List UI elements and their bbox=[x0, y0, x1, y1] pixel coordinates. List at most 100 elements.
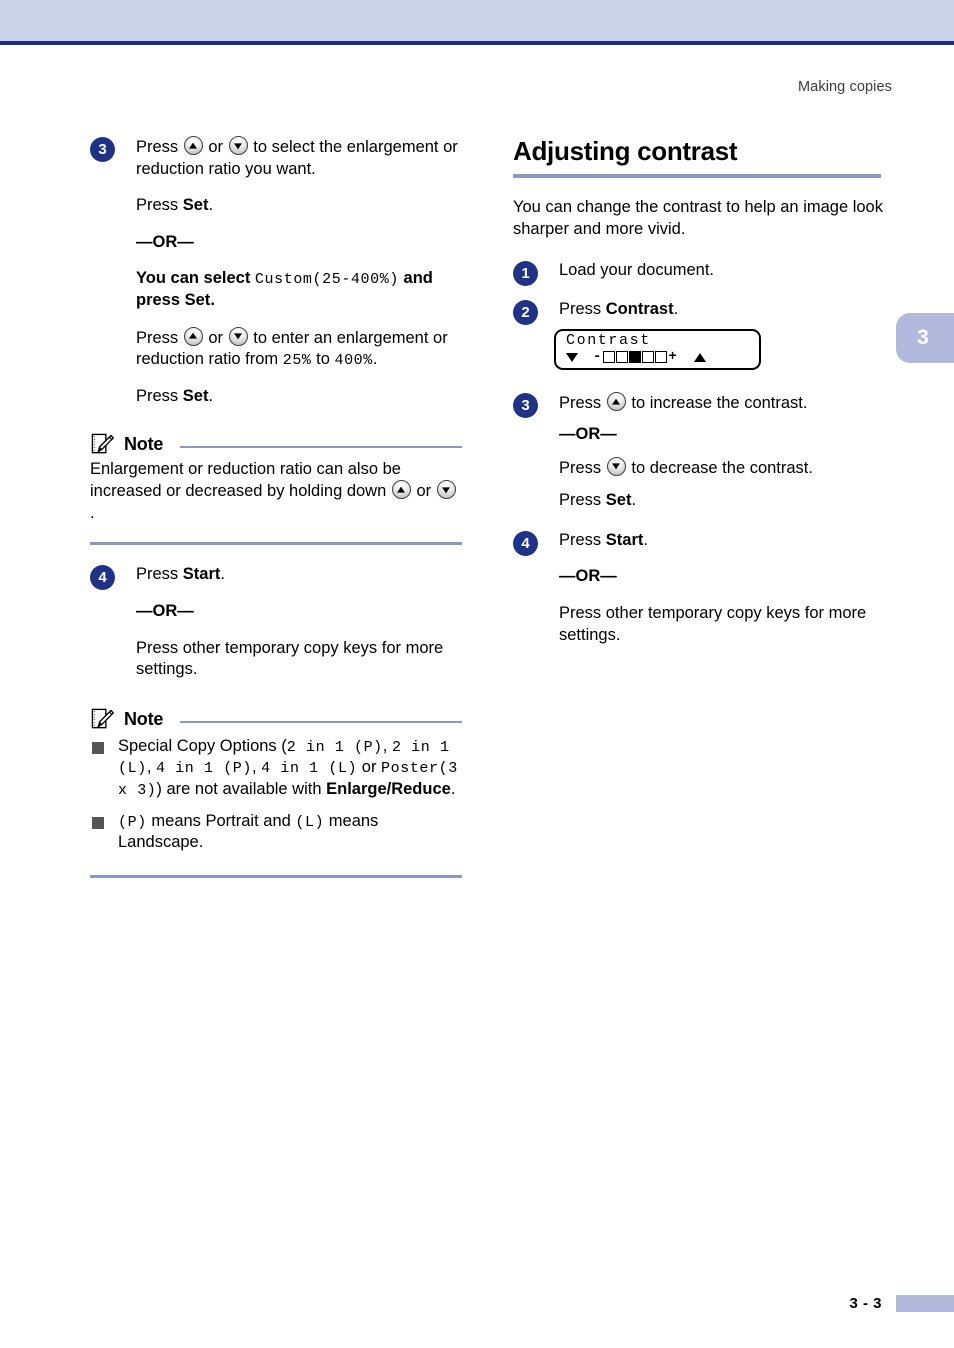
note-block-2: Note Special Copy Options (2 in 1 (P), 2… bbox=[90, 707, 462, 878]
you-can-select-label: You can select bbox=[136, 269, 255, 288]
step-4-press-start: Press Start. bbox=[559, 530, 885, 552]
or-word: or bbox=[208, 328, 224, 347]
press-word: Press bbox=[136, 328, 179, 347]
down-arrow-key-icon bbox=[228, 136, 248, 155]
paren-close: ) bbox=[156, 780, 167, 799]
up-arrow-key-icon bbox=[606, 392, 626, 412]
note-1-body: Enlargement or reduction ratio can also … bbox=[90, 459, 462, 525]
lcd-down-arrow-icon bbox=[566, 352, 578, 362]
step-number-badge: 4 bbox=[513, 530, 538, 556]
landscape-code: (L) bbox=[295, 813, 325, 831]
up-arrow-key-icon bbox=[391, 480, 411, 500]
press-word: Press bbox=[559, 394, 602, 413]
step-number-badge: 3 bbox=[90, 137, 115, 162]
note-header: Note bbox=[90, 432, 462, 457]
note-bottom-rule bbox=[90, 542, 462, 546]
note-block-1: Note Enlargement or reduction ratio can … bbox=[90, 432, 462, 546]
period: . bbox=[643, 530, 648, 549]
footer-page-number: 3 - 3 bbox=[849, 1295, 882, 1312]
set-key-label: Set bbox=[605, 491, 632, 510]
option-2in1-p: 2 in 1 (P) bbox=[286, 738, 383, 756]
note-title: Note bbox=[124, 433, 164, 454]
step-3-or-separator: —OR— bbox=[136, 232, 462, 254]
ratio-min-value: 25% bbox=[282, 352, 312, 370]
note-header-rule bbox=[180, 720, 462, 723]
step-2-right: 2 Press Contrast. bbox=[513, 299, 885, 325]
note-bottom-rule bbox=[90, 874, 462, 878]
step-3-left: 3 Press or to select the enlargement or … bbox=[90, 136, 462, 408]
lcd-plus-sign: + bbox=[668, 349, 677, 366]
chapter-tab: 3 bbox=[896, 313, 954, 363]
period: . bbox=[372, 350, 378, 369]
step-number-badge: 3 bbox=[513, 393, 538, 419]
step-3-right: 3 Press to increase the contrast. —OR— P… bbox=[513, 392, 885, 511]
note-title: Note bbox=[124, 708, 164, 729]
step-3-press-set: Press Set. bbox=[559, 490, 885, 512]
step-4-or-separator: —OR— bbox=[136, 601, 462, 623]
enlarge-reduce-label: Enlarge/Reduce bbox=[326, 780, 451, 799]
lcd-line-2: - + bbox=[566, 350, 759, 364]
means-portrait-text: means Portrait and bbox=[146, 811, 296, 830]
page-top-banner bbox=[0, 0, 954, 45]
lcd-minus-sign: - bbox=[593, 349, 602, 366]
comma: , bbox=[146, 758, 156, 777]
note-2-bullet-2-text: (P) means Portrait and (L) means Landsca… bbox=[118, 811, 462, 854]
note-pencil-icon bbox=[90, 707, 115, 732]
portrait-code: (P) bbox=[118, 813, 147, 831]
note-2-bullet-1: Special Copy Options (2 in 1 (P), 2 in 1… bbox=[90, 736, 462, 801]
section-title: Adjusting contrast bbox=[513, 136, 738, 166]
press-label: Press bbox=[559, 299, 606, 318]
step-3-line-1: Press or to select the enlargement or re… bbox=[136, 136, 462, 180]
note-1-text: Enlargement or reduction ratio can also … bbox=[90, 459, 401, 501]
to-word: to bbox=[311, 350, 335, 369]
period: . bbox=[450, 780, 456, 799]
step-3-press-set: Press Set. bbox=[136, 195, 462, 217]
up-arrow-key-icon bbox=[183, 326, 203, 346]
set-key-label: Set bbox=[182, 386, 209, 405]
start-key-label: Start bbox=[605, 530, 644, 549]
or-separator-label: —OR— bbox=[559, 425, 617, 444]
press-word: Press bbox=[136, 138, 179, 156]
comma: , bbox=[382, 736, 392, 755]
step-4-press-start: Press Start. bbox=[136, 564, 462, 586]
step-3-increase: Press to increase the contrast. bbox=[559, 392, 885, 415]
gauge-box bbox=[615, 351, 628, 364]
left-column: 3 Press or to select the enlargement or … bbox=[90, 136, 462, 878]
step-3-decrease: Press to decrease the contrast. bbox=[559, 456, 885, 480]
press-label: Press bbox=[136, 565, 183, 584]
custom-ratio-value: Custom(25-400%) bbox=[254, 271, 399, 289]
period: . bbox=[208, 386, 214, 405]
step-3-ratio-entry: Press or to enter an enlargement or redu… bbox=[136, 326, 462, 371]
gauge-box bbox=[641, 351, 654, 364]
step-4-or-separator: —OR— bbox=[559, 566, 885, 588]
lcd-display: Contrast - + bbox=[554, 329, 761, 371]
page-footer: 3 - 3 bbox=[849, 1295, 954, 1312]
right-column: Adjusting contrast You can change the co… bbox=[513, 136, 885, 646]
step-4-other-keys: Press other temporary copy keys for more… bbox=[559, 604, 867, 644]
down-arrow-key-icon bbox=[436, 480, 456, 500]
footer-color-block bbox=[896, 1295, 954, 1312]
lcd-line-1: Contrast bbox=[566, 332, 651, 350]
lcd-up-arrow-icon bbox=[693, 352, 706, 362]
period: . bbox=[210, 291, 215, 310]
increase-contrast-text: to increase the contrast. bbox=[631, 394, 808, 413]
period: . bbox=[673, 299, 679, 318]
section-intro: You can change the contrast to help an i… bbox=[513, 198, 883, 238]
step-2-press-contrast: Press Contrast. bbox=[559, 299, 885, 321]
period: . bbox=[220, 565, 225, 584]
set-key-label: Set bbox=[182, 196, 209, 215]
step-number-badge: 1 bbox=[513, 261, 538, 287]
period: . bbox=[90, 503, 95, 522]
or-word: or bbox=[208, 138, 224, 156]
up-arrow-key-icon bbox=[183, 136, 203, 155]
note-2-bullet-1-text: Special Copy Options (2 in 1 (P), 2 in 1… bbox=[118, 736, 462, 801]
period: . bbox=[631, 491, 637, 510]
note-pencil-icon bbox=[90, 432, 115, 457]
gauge-box bbox=[602, 351, 615, 364]
step-4-right: 4 Press Start. —OR— Press other temporar… bbox=[513, 530, 885, 646]
note-2-bullet-2: (P) means Portrait and (L) means Landsca… bbox=[90, 811, 462, 854]
step-3-press-set-2: Press Set. bbox=[136, 386, 462, 408]
or-separator-label: —OR— bbox=[559, 567, 617, 586]
not-available-text: are not available with bbox=[166, 780, 327, 799]
down-arrow-key-icon bbox=[228, 326, 248, 346]
